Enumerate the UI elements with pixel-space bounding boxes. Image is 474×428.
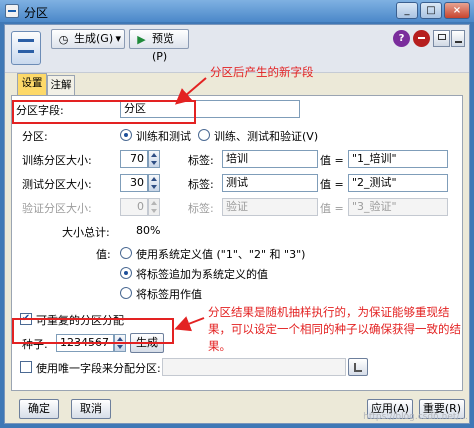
train-value-label: 值 = <box>320 154 344 167</box>
train-size-label: 训练分区大小: <box>22 154 92 167</box>
annotation-box-seed <box>12 318 174 344</box>
test-value-input[interactable]: "2_测试" <box>348 174 448 192</box>
watermark: https://blog.csdn.net/... <box>363 412 468 422</box>
radio-labels-as-values-label: 将标签用作值 <box>136 288 202 301</box>
generate-icon: ◷ <box>58 33 69 46</box>
generate-menu-button[interactable]: ◷ 生成(G) ▾ <box>51 29 125 49</box>
partition-node-icon <box>5 4 19 18</box>
minimize-button[interactable]: _ <box>396 2 418 19</box>
tab-settings[interactable]: 设置 <box>17 73 47 95</box>
menu-icon[interactable] <box>413 30 430 47</box>
unique-field-label: 使用唯一字段来分配分区: <box>36 362 161 375</box>
preview-play-icon: ▶ <box>137 33 146 46</box>
field-picker-button[interactable] <box>348 358 368 376</box>
ok-button[interactable]: 确定 <box>19 399 59 419</box>
radio-labels-as-values[interactable] <box>120 287 132 299</box>
radio-system-values-label: 使用系统定义值 ("1"、"2" 和 "3") <box>136 248 306 261</box>
annotation-new-field: 分区后产生的新字段 <box>210 65 314 79</box>
test-size-label: 测试分区大小: <box>22 178 92 191</box>
radio-system-values[interactable] <box>120 247 132 259</box>
test-value-label: 值 = <box>320 178 344 191</box>
validate-tag-input: 验证 <box>222 198 318 216</box>
annotation-seed-note: 分区结果是随机抽样执行的，为保证能够重现结果，可以设定一个相同的种子以确保获得一… <box>208 305 461 353</box>
window-title: 分区 <box>24 6 49 20</box>
radio-train-test-validate[interactable] <box>198 129 210 141</box>
train-size-input[interactable]: 70 <box>120 150 148 168</box>
field-picker-icon <box>354 363 362 372</box>
help-icon[interactable]: ? <box>393 30 410 47</box>
annotation-box-field <box>12 100 196 124</box>
radio-train-test-label: 训练和测试 <box>136 130 191 143</box>
dropdown-arrow-icon: ▾ <box>115 32 121 45</box>
validate-value-input: "3_验证" <box>348 198 448 216</box>
minimize-panel-icon[interactable] <box>451 30 465 47</box>
partition-node-large-icon <box>11 31 41 65</box>
test-tag-input[interactable]: 测试 <box>222 174 318 192</box>
values-label: 值: <box>96 248 111 261</box>
train-value-input[interactable]: "1_培训" <box>348 150 448 168</box>
preview-button[interactable]: ▶ 预览(P) <box>129 29 189 63</box>
maximize-button[interactable]: □ <box>420 2 442 19</box>
unique-field-input <box>162 358 346 376</box>
train-size-stepper[interactable] <box>148 150 160 168</box>
cancel-button[interactable]: 取消 <box>71 399 111 419</box>
total-size-value: 80% <box>136 224 161 237</box>
validate-size-label: 验证分区大小: <box>22 202 92 215</box>
radio-train-test[interactable] <box>120 129 132 141</box>
radio-train-test-validate-label: 训练、测试和验证(V) <box>214 130 319 143</box>
generate-label: 生成(G) <box>74 32 114 45</box>
validate-tag-label: 标签: <box>188 202 214 215</box>
total-size-label: 大小总计: <box>62 226 110 239</box>
preview-label: 预览(P) <box>152 32 174 63</box>
test-size-input[interactable]: 30 <box>120 174 148 192</box>
validate-value-label: 值 = <box>320 202 344 215</box>
unique-field-checkbox[interactable] <box>20 361 32 373</box>
validate-size-stepper <box>148 198 160 216</box>
radio-append-labels-label: 将标签追加为系统定义的值 <box>136 268 268 281</box>
test-size-stepper[interactable] <box>148 174 160 192</box>
dialog-client: ◷ 生成(G) ▾ ▶ 预览(P) ? 设置 注解 分区字段: 分区 分区: 训… <box>4 24 470 424</box>
train-tag-input[interactable]: 培训 <box>222 150 318 168</box>
restore-icon[interactable] <box>433 30 450 47</box>
validate-size-input: 0 <box>120 198 148 216</box>
title-bar[interactable]: 分区 _ □ × <box>0 0 474 22</box>
close-button[interactable]: × <box>444 2 470 19</box>
train-tag-label: 标签: <box>188 154 214 167</box>
tab-annotations[interactable]: 注解 <box>47 75 75 95</box>
test-tag-label: 标签: <box>188 178 214 191</box>
radio-append-labels[interactable] <box>120 267 132 279</box>
partition-type-label: 分区: <box>22 130 48 143</box>
